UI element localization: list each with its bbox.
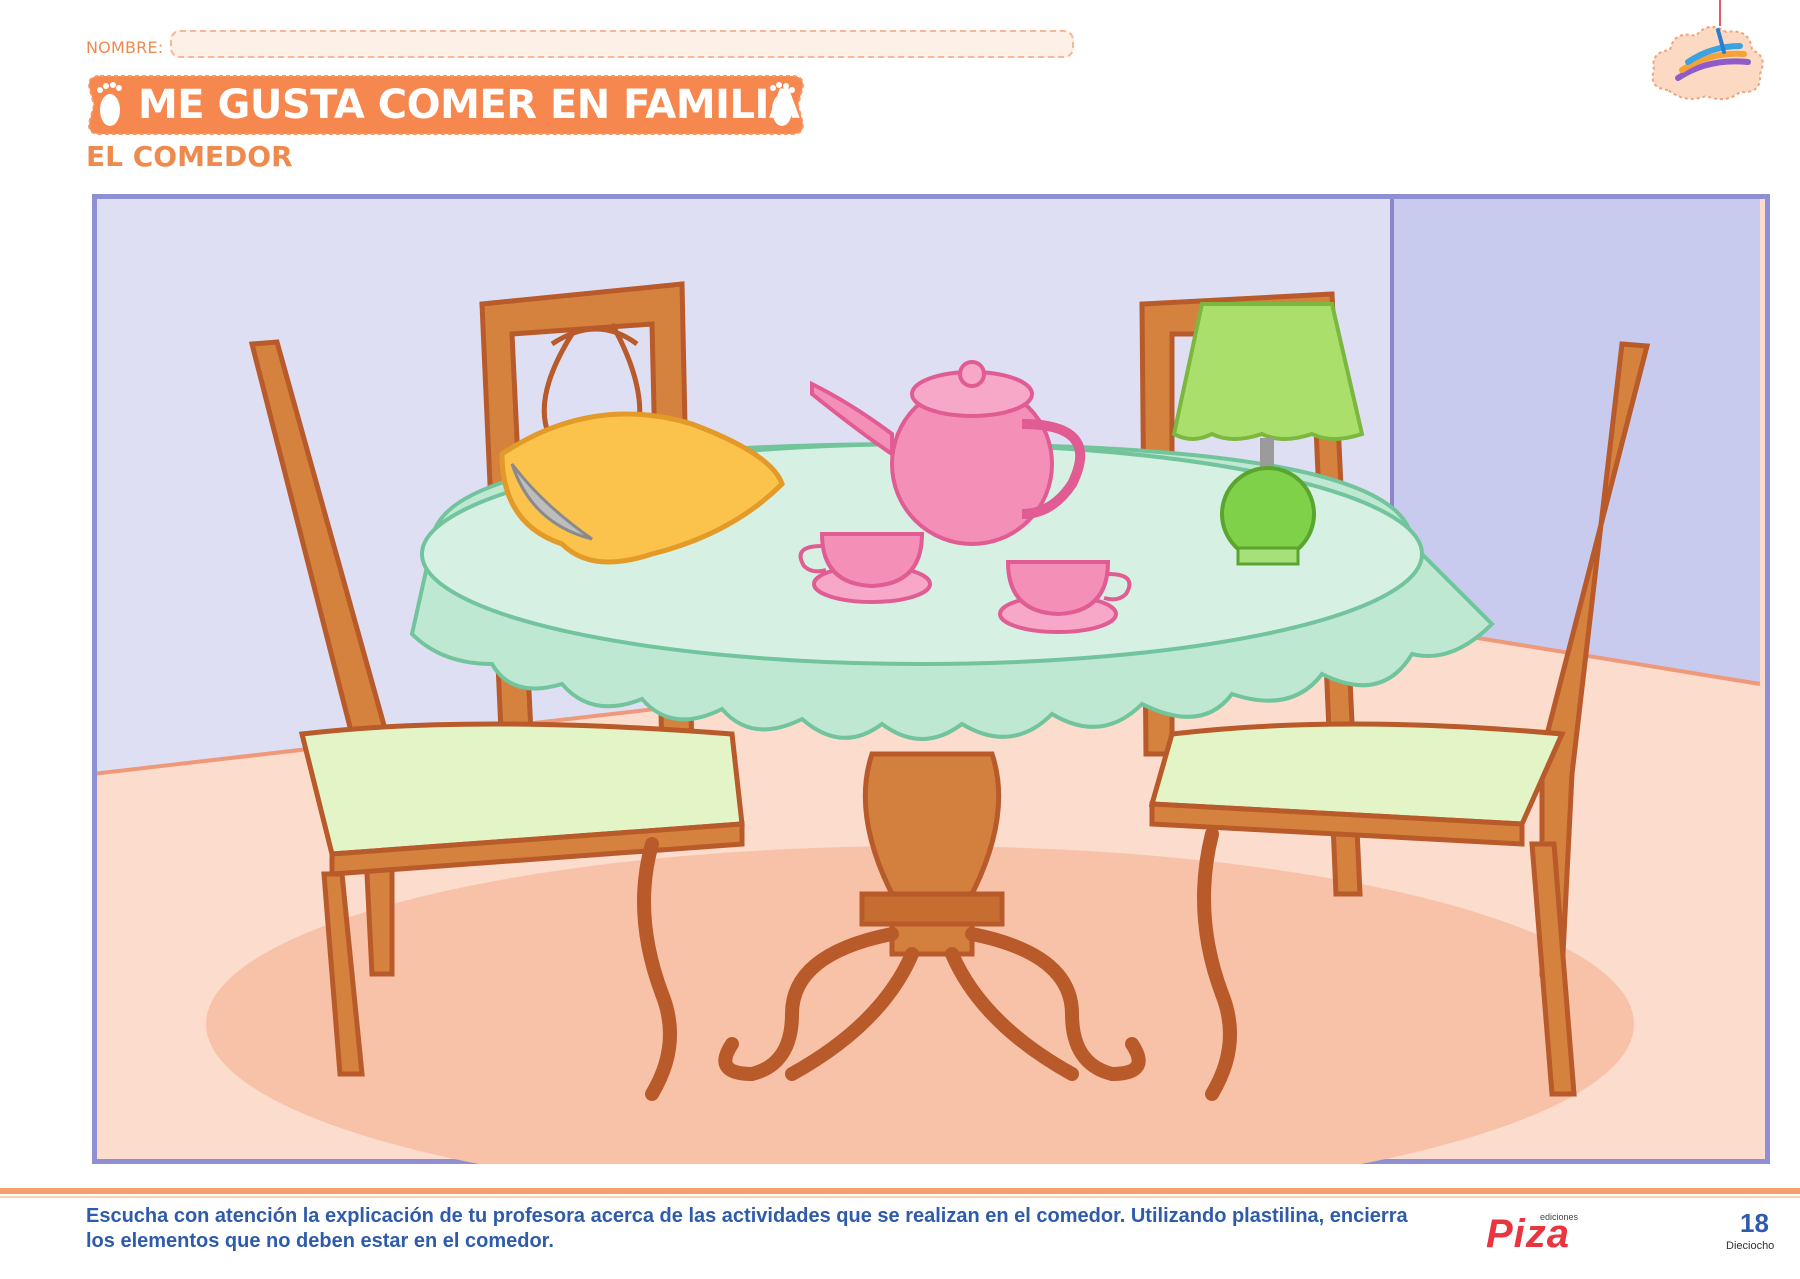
title-banner: ME GUSTA COMER EN FAMILIA: [86, 74, 806, 136]
page-number-word: Dieciocho: [1726, 1240, 1775, 1252]
activity-instructions: Escucha con atención la explicación de t…: [86, 1205, 1408, 1252]
brand-logo: Piza: [1486, 1212, 1571, 1256]
footer-divider: [0, 1188, 1800, 1194]
name-field[interactable]: [170, 30, 1074, 58]
page-subtitle: EL COMEDOR: [86, 140, 293, 173]
footer-divider-thin: [0, 1196, 1800, 1198]
page-number: 18: [1740, 1208, 1769, 1238]
name-label: NOMBRE:: [86, 38, 164, 57]
page-title: ME GUSTA COMER EN FAMILIA: [138, 82, 800, 128]
cloud-logo-icon: [1651, 0, 1764, 101]
dining-room-illustration: [92, 194, 1770, 1164]
